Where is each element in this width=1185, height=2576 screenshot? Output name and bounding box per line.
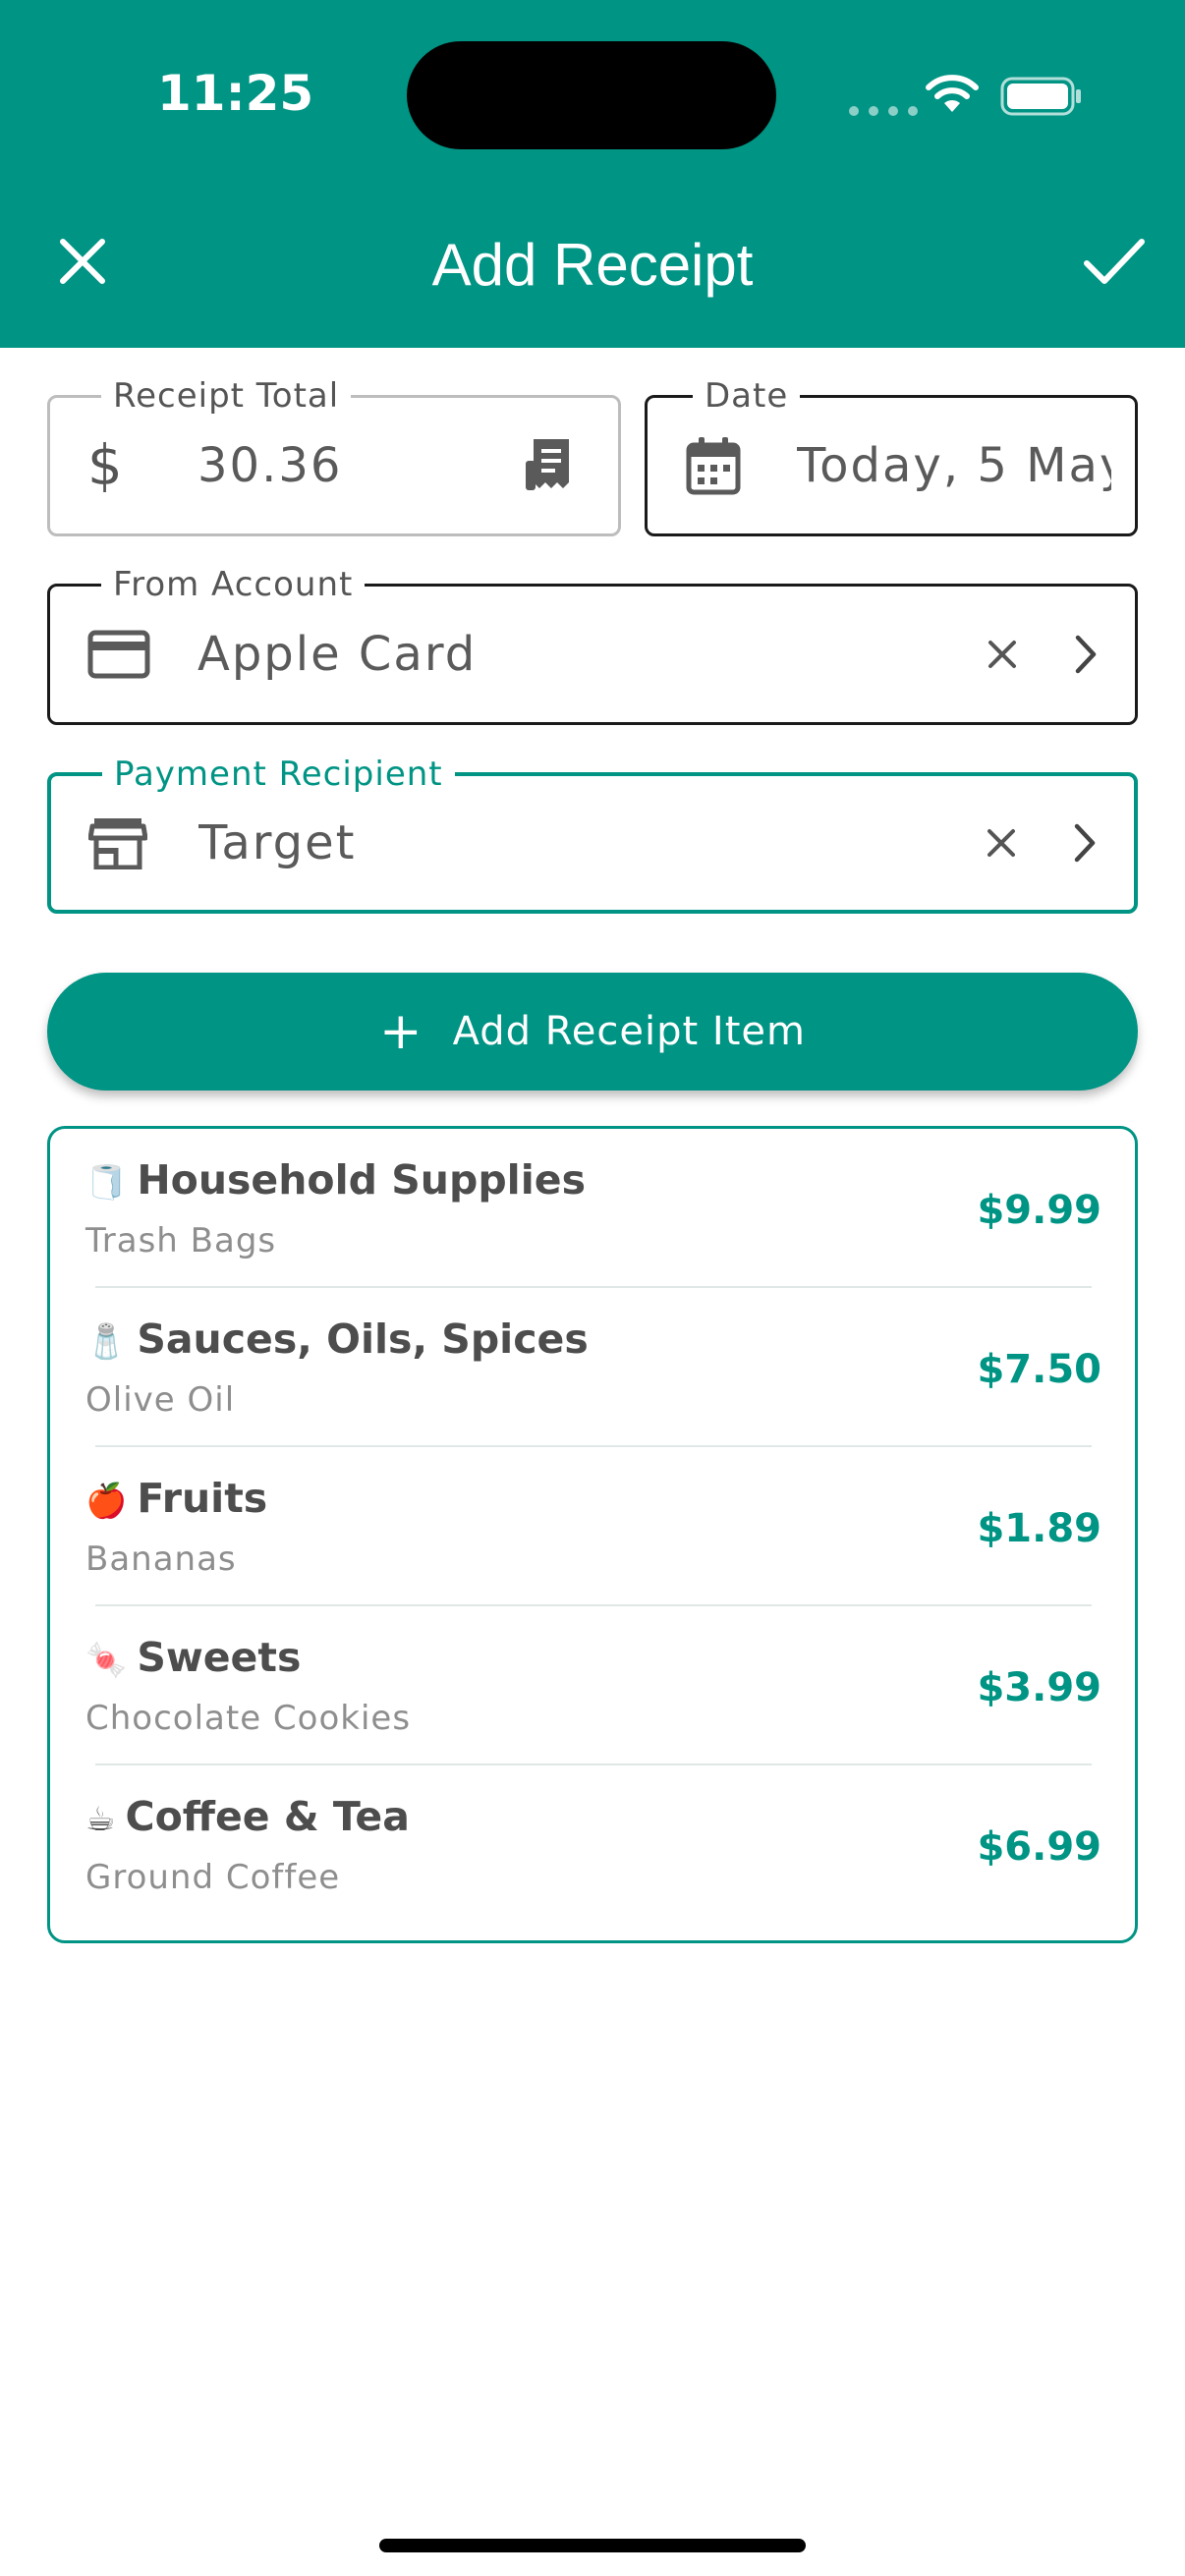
dollar-icon: $ <box>87 433 123 498</box>
item-price: $1.89 <box>977 1506 1101 1551</box>
dynamic-island <box>407 41 776 149</box>
add-receipt-item-button[interactable]: + Add Receipt Item <box>47 973 1138 1091</box>
clear-icon[interactable] <box>985 826 1018 860</box>
item-price: $9.99 <box>977 1188 1101 1233</box>
payment-recipient-value[interactable]: Target <box>198 815 357 870</box>
page-title: Add Receipt <box>431 232 754 298</box>
list-item[interactable]: 🧂 Sauces, Oils, Spices Olive Oil $7.50 <box>50 1288 1135 1447</box>
app-header: 11:25 Add Receipt <box>0 0 1185 348</box>
date-value[interactable]: Today, 5 May <box>797 438 1111 493</box>
from-account-label: From Account <box>101 565 366 604</box>
store-icon <box>88 818 147 869</box>
item-category: Household Supplies <box>137 1156 586 1204</box>
item-price: $3.99 <box>977 1665 1101 1710</box>
list-item[interactable]: ☕ Coffee & Tea Ground Coffee $6.99 <box>50 1765 1135 1925</box>
date-field[interactable]: Date Today, 5 May <box>645 376 1138 536</box>
candy-icon: 🍬 <box>85 1641 128 1680</box>
apple-icon: 🍎 <box>85 1482 128 1521</box>
receipt-total-value[interactable]: 30.36 <box>198 438 342 493</box>
item-name: Bananas <box>85 1540 237 1579</box>
add-receipt-item-label: Add Receipt Item <box>452 1009 806 1054</box>
date-label: Date <box>693 376 801 416</box>
check-icon[interactable] <box>1081 232 1148 291</box>
item-name: Olive Oil <box>85 1380 236 1420</box>
coffee-cup-icon: ☕ <box>85 1800 116 1839</box>
battery-icon <box>1000 77 1081 116</box>
item-price: $7.50 <box>977 1347 1101 1392</box>
item-category: Sauces, Oils, Spices <box>137 1316 589 1363</box>
list-item[interactable]: 🧻 Household Supplies Trash Bags $9.99 <box>50 1129 1135 1288</box>
home-indicator[interactable] <box>379 2539 806 2552</box>
household-supplies-icon: 🧻 <box>85 1163 128 1203</box>
item-category: Sweets <box>137 1634 302 1681</box>
item-name: Trash Bags <box>85 1221 277 1260</box>
receipt-total-field[interactable]: Receipt Total $ 30.36 <box>47 376 621 536</box>
chevron-right-icon[interactable] <box>1071 822 1099 864</box>
wifi-icon <box>926 75 979 112</box>
status-time: 11:25 <box>157 65 314 122</box>
item-category: Fruits <box>137 1475 268 1522</box>
item-name: Chocolate Cookies <box>85 1699 412 1738</box>
plus-icon: + <box>379 1002 423 1061</box>
credit-card-icon <box>87 630 150 679</box>
from-account-value[interactable]: Apple Card <box>198 627 477 682</box>
receipt-scan-icon[interactable] <box>524 435 579 496</box>
receipt-items-list: 🧻 Household Supplies Trash Bags $9.99 🧂 Sa… <box>47 1126 1138 1943</box>
list-item[interactable]: 🍬 Sweets Chocolate Cookies $3.99 <box>50 1606 1135 1765</box>
chevron-right-icon[interactable] <box>1072 634 1100 675</box>
list-item[interactable]: 🍎 Fruits Bananas $1.89 <box>50 1447 1135 1606</box>
cellular-signal-icon <box>849 106 918 116</box>
clear-icon[interactable] <box>986 638 1019 671</box>
calendar-icon <box>686 437 741 495</box>
salt-shaker-icon: 🧂 <box>85 1322 128 1362</box>
item-price: $6.99 <box>977 1824 1101 1870</box>
item-name: Ground Coffee <box>85 1858 341 1897</box>
receipt-total-label: Receipt Total <box>101 376 352 416</box>
payment-recipient-label: Payment Recipient <box>102 755 455 794</box>
payment-recipient-field[interactable]: Payment Recipient Target <box>47 755 1138 914</box>
item-category: Coffee & Tea <box>125 1793 410 1840</box>
from-account-field[interactable]: From Account Apple Card <box>47 565 1138 725</box>
